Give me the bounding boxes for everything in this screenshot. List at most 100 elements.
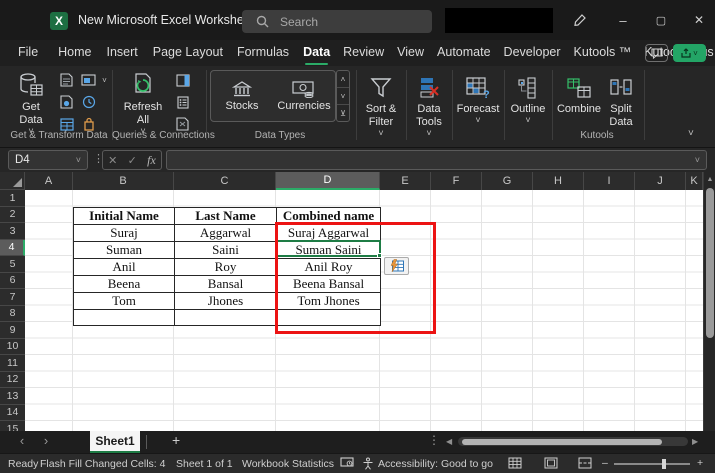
cell-C8[interactable]	[175, 309, 277, 326]
tab-automate[interactable]: Automate	[437, 41, 491, 65]
cell-C3[interactable]: Aggarwal	[175, 224, 277, 241]
status-workbook-statistics[interactable]: Workbook Statistics	[242, 458, 334, 470]
get-data-button[interactable]: Get Data	[8, 68, 54, 135]
row-header-8[interactable]: 8	[0, 306, 25, 323]
zoom-in-icon[interactable]	[697, 457, 703, 469]
refresh-all-button[interactable]: Refresh All	[118, 68, 168, 135]
new-sheet-button[interactable]	[172, 432, 180, 448]
display-settings-icon[interactable]	[340, 457, 354, 472]
row-header-4[interactable]: 4	[0, 240, 25, 257]
cell-B3[interactable]: Suraj	[74, 224, 175, 241]
minimize-button[interactable]	[610, 10, 636, 30]
tab-view[interactable]: View	[397, 41, 424, 65]
row-header-9[interactable]: 9	[0, 322, 25, 339]
name-box[interactable]: D4	[8, 150, 88, 170]
data-tools-button[interactable]: Data Tools	[410, 70, 448, 137]
horizontal-scrollbar[interactable]	[458, 437, 688, 446]
insert-function-icon[interactable]: fx	[147, 153, 156, 168]
column-header-b[interactable]: B	[73, 172, 174, 190]
tab-review[interactable]: Review	[343, 41, 384, 65]
cell-B8[interactable]	[74, 309, 175, 326]
row-header-12[interactable]: 12	[0, 372, 25, 389]
row-header-7[interactable]: 7	[0, 289, 25, 306]
column-header-h[interactable]: H	[533, 172, 584, 190]
tab-data[interactable]: Data	[303, 41, 330, 65]
cell-B2[interactable]: Initial Name	[74, 207, 175, 224]
row-header-10[interactable]: 10	[0, 339, 25, 356]
cell-B7[interactable]: Tom	[74, 292, 175, 309]
formula-bar-expand-icon[interactable]	[695, 155, 700, 165]
sheet-tab-sheet1[interactable]: Sheet1	[90, 431, 140, 453]
tab-insert[interactable]: Insert	[107, 41, 138, 65]
close-button[interactable]	[686, 10, 712, 30]
column-header-e[interactable]: E	[380, 172, 431, 190]
sheetbar-drag-handle[interactable]	[428, 433, 440, 447]
select-all-corner[interactable]	[0, 172, 25, 190]
tab-home[interactable]: Home	[58, 41, 91, 65]
cell-B5[interactable]: Anil	[74, 258, 175, 275]
chevron-down-icon[interactable]	[96, 72, 113, 88]
row-header-6[interactable]: 6	[0, 273, 25, 290]
outline-button[interactable]: Outline	[508, 70, 548, 124]
column-header-a[interactable]: A	[25, 172, 73, 190]
zoom-out-icon[interactable]	[602, 457, 608, 469]
split-data-button[interactable]: Split Data	[604, 70, 638, 129]
row-header-2[interactable]: 2	[0, 207, 25, 224]
properties-icon[interactable]	[174, 94, 191, 110]
row-header-15[interactable]: 15	[0, 421, 25, 431]
row-header-14[interactable]: 14	[0, 405, 25, 422]
sort-filter-button[interactable]: Sort & Filter	[360, 70, 402, 137]
search-input[interactable]: Search	[242, 10, 432, 33]
from-web-icon[interactable]	[80, 72, 97, 88]
column-header-j[interactable]: J	[635, 172, 686, 190]
column-header-c[interactable]: C	[174, 172, 276, 190]
maximize-button[interactable]	[648, 10, 674, 30]
share-button[interactable]	[673, 44, 706, 62]
gallery-down-icon[interactable]	[337, 88, 349, 105]
row-header-3[interactable]: 3	[0, 223, 25, 240]
status-flash-fill[interactable]: Flash Fill Changed Cells: 4	[40, 458, 165, 470]
column-header-i[interactable]: I	[584, 172, 635, 190]
from-text-file-icon[interactable]	[58, 72, 75, 88]
column-header-f[interactable]: F	[431, 172, 482, 190]
normal-view-icon[interactable]	[508, 457, 522, 472]
cell-B6[interactable]: Beena	[74, 275, 175, 292]
column-header-k[interactable]: K	[686, 172, 703, 190]
next-sheet-icon[interactable]	[38, 433, 54, 448]
comments-button[interactable]	[645, 44, 668, 62]
queries-connections-pane-icon[interactable]	[174, 72, 191, 88]
horizontal-scroll-thumb[interactable]	[462, 439, 662, 445]
row-header-13[interactable]: 13	[0, 388, 25, 405]
cell-C6[interactable]: Bansal	[175, 275, 277, 292]
tab-kutools[interactable]: Kutools ™	[574, 41, 632, 65]
recent-sources-icon[interactable]	[58, 94, 75, 110]
worksheet-grid[interactable]: A B C D E F G H I J K 1 2 3 4 5 6 7 8 9 …	[0, 172, 715, 431]
status-accessibility[interactable]: Accessibility: Good to go	[378, 458, 493, 470]
enter-icon[interactable]	[128, 151, 137, 169]
existing-connections-icon[interactable]	[80, 94, 97, 110]
cancel-icon[interactable]	[108, 151, 117, 169]
page-layout-view-icon[interactable]	[544, 457, 558, 472]
zoom-slider-thumb[interactable]	[662, 459, 666, 469]
ink-pen-icon[interactable]	[567, 10, 593, 30]
combine-button[interactable]: Combine	[556, 70, 602, 116]
column-header-g[interactable]: G	[482, 172, 533, 190]
cell-B4[interactable]: Suman	[74, 241, 175, 258]
cell-C4[interactable]: Saini	[175, 241, 277, 258]
cell-C5[interactable]: Roy	[175, 258, 277, 275]
vertical-scrollbar[interactable]	[703, 172, 715, 431]
scroll-up-icon[interactable]	[704, 172, 715, 186]
previous-sheet-icon[interactable]	[14, 433, 30, 448]
collapse-ribbon-icon[interactable]	[688, 128, 694, 139]
page-break-preview-icon[interactable]	[578, 457, 592, 472]
tab-formulas[interactable]: Formulas	[237, 41, 289, 65]
zoom-slider[interactable]	[614, 463, 690, 465]
currencies-button[interactable]: Currencies	[273, 71, 335, 121]
row-header-1[interactable]: 1	[0, 190, 25, 207]
gallery-expand-icon[interactable]	[337, 105, 349, 121]
cell-C7[interactable]: Jhones	[175, 292, 277, 309]
tab-page-layout[interactable]: Page Layout	[153, 41, 223, 65]
tab-file[interactable]: File	[18, 41, 38, 65]
row-header-5[interactable]: 5	[0, 256, 25, 273]
stocks-button[interactable]: Stocks	[211, 71, 273, 121]
